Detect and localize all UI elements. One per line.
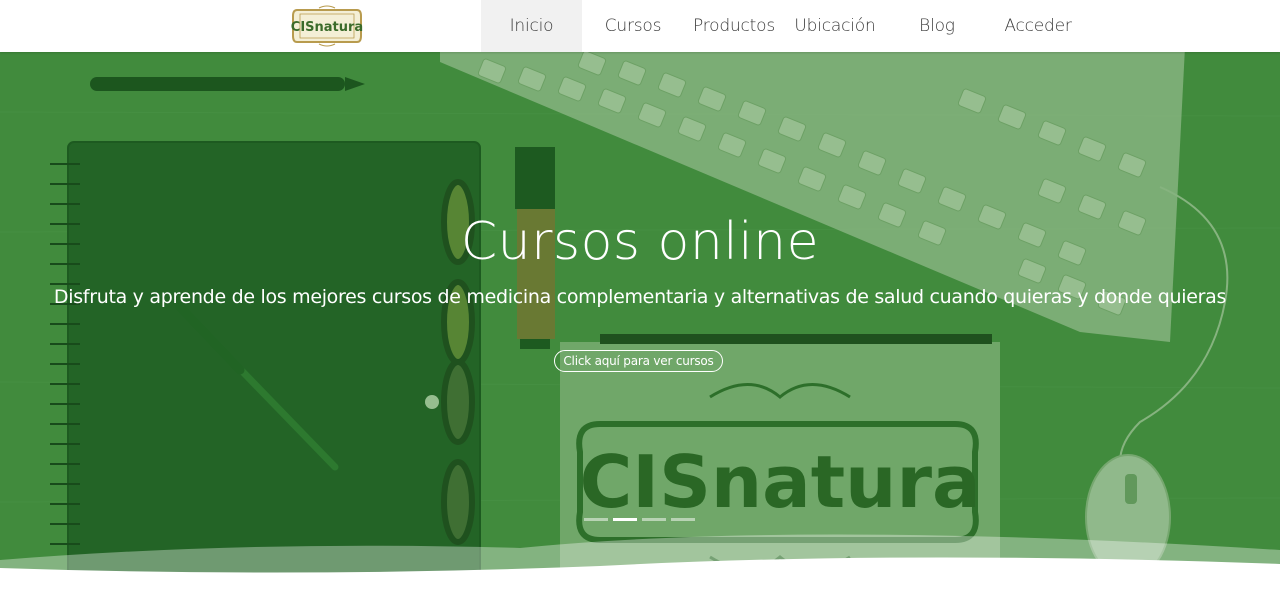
logo-text: CISnatura bbox=[291, 20, 363, 35]
top-navbar: CISnatura Inicio Cursos Productos Ubicac… bbox=[0, 0, 1280, 52]
green-overlay bbox=[0, 52, 1280, 594]
logo-badge-icon: CISnatura bbox=[291, 5, 363, 47]
nav-item-ubicacion[interactable]: Ubicación bbox=[790, 0, 880, 52]
nav-item-acceder[interactable]: Acceder bbox=[995, 0, 1081, 52]
nav-item-cursos[interactable]: Cursos bbox=[593, 0, 673, 52]
wave-divider bbox=[0, 534, 1280, 594]
hero-carousel: CISnatura Cursos online Disfruta y apren… bbox=[0, 52, 1280, 594]
hero-subtitle: Disfruta y aprende de los mejores cursos… bbox=[53, 286, 1227, 308]
nav-item-productos[interactable]: Productos bbox=[688, 0, 780, 52]
nav-item-blog[interactable]: Blog bbox=[904, 0, 970, 52]
view-courses-button[interactable]: Click aquí para ver cursos bbox=[554, 350, 723, 372]
cisnatura-logo[interactable]: CISnatura bbox=[289, 4, 365, 48]
nav-item-inicio[interactable]: Inicio bbox=[481, 0, 582, 52]
hero-title: Cursos online bbox=[460, 212, 820, 272]
